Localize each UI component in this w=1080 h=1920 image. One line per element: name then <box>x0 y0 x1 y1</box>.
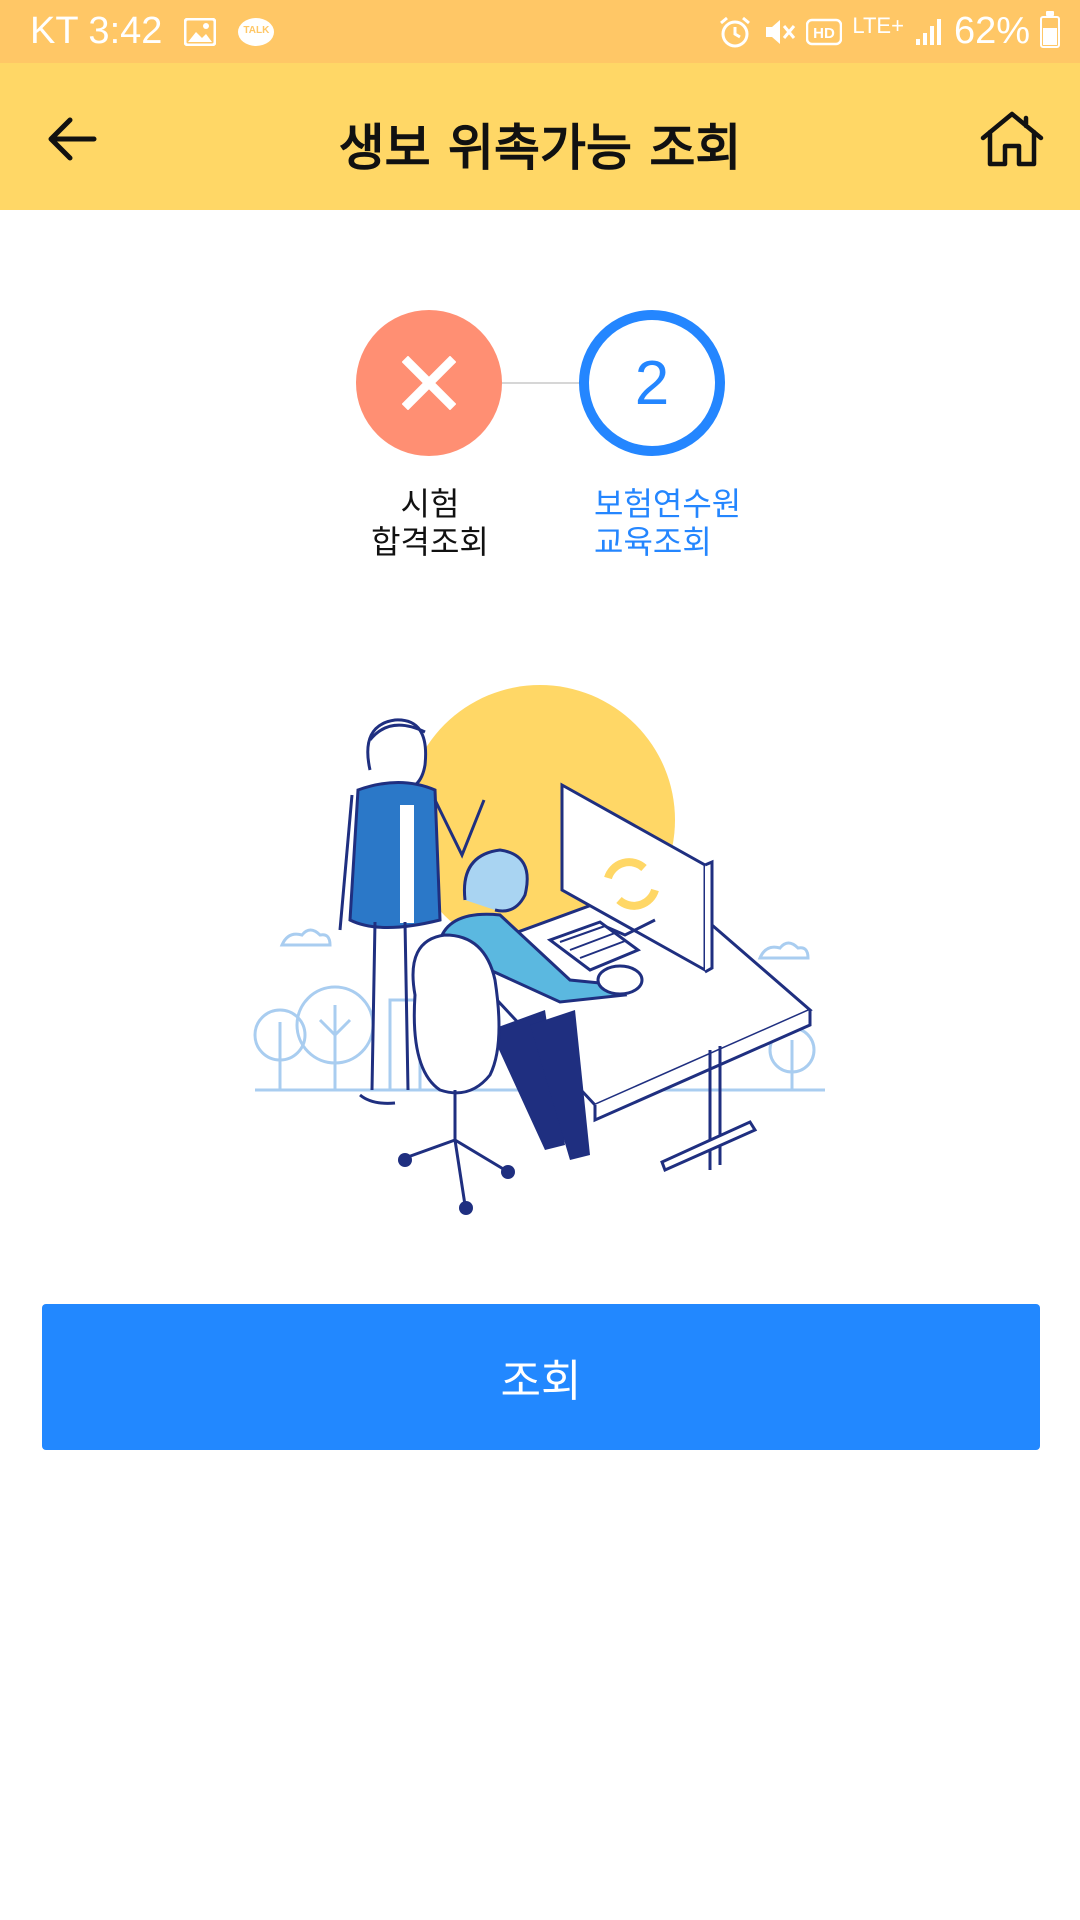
step-connector <box>500 382 580 384</box>
step-1-label: 시험 합격조회 <box>320 485 540 561</box>
talk-badge-text: TALK <box>243 24 270 36</box>
alarm-icon <box>718 15 752 49</box>
home-icon <box>980 111 1044 167</box>
step-1-label-line2: 합격조회 <box>371 523 489 561</box>
page-title: 생보 위촉가능 조회 <box>338 119 742 177</box>
status-bar: KT 3:42 TALK HD LTE+ 62% <box>0 0 1080 63</box>
step-2-label-line2: 교육조회 <box>594 523 712 561</box>
app-bar: 생보 위촉가능 조회 <box>0 63 1080 210</box>
step-2-label-line1: 보험연수원 <box>594 485 742 523</box>
step-indicator: 2 시험 합격조회 보험연수원 교육조회 <box>0 300 1080 600</box>
battery-text: 62% <box>953 10 1030 52</box>
mute-icon <box>762 15 796 49</box>
svg-text:HD: HD <box>814 25 836 42</box>
carrier-time: KT 3:42 <box>30 10 163 52</box>
home-button[interactable] <box>974 101 1050 177</box>
office-illustration <box>240 650 840 1230</box>
step-1-label-line1: 시험 <box>400 485 460 523</box>
step-2-label: 보험연수원 교육조회 <box>558 485 778 561</box>
step-1-circle <box>356 310 502 456</box>
step-2-circle: 2 <box>579 310 725 456</box>
battery-icon <box>1040 10 1060 48</box>
query-button[interactable]: 조회 <box>42 1304 1040 1450</box>
signal-icon <box>914 17 944 47</box>
gallery-icon <box>184 17 217 46</box>
hd-icon: HD <box>806 18 843 46</box>
back-arrow-icon <box>48 117 97 161</box>
kakaotalk-icon: TALK <box>238 17 275 46</box>
step-2-number: 2 <box>634 348 670 418</box>
back-button[interactable] <box>36 103 108 175</box>
x-icon <box>402 356 456 410</box>
lte-icon: LTE+ <box>852 12 904 38</box>
